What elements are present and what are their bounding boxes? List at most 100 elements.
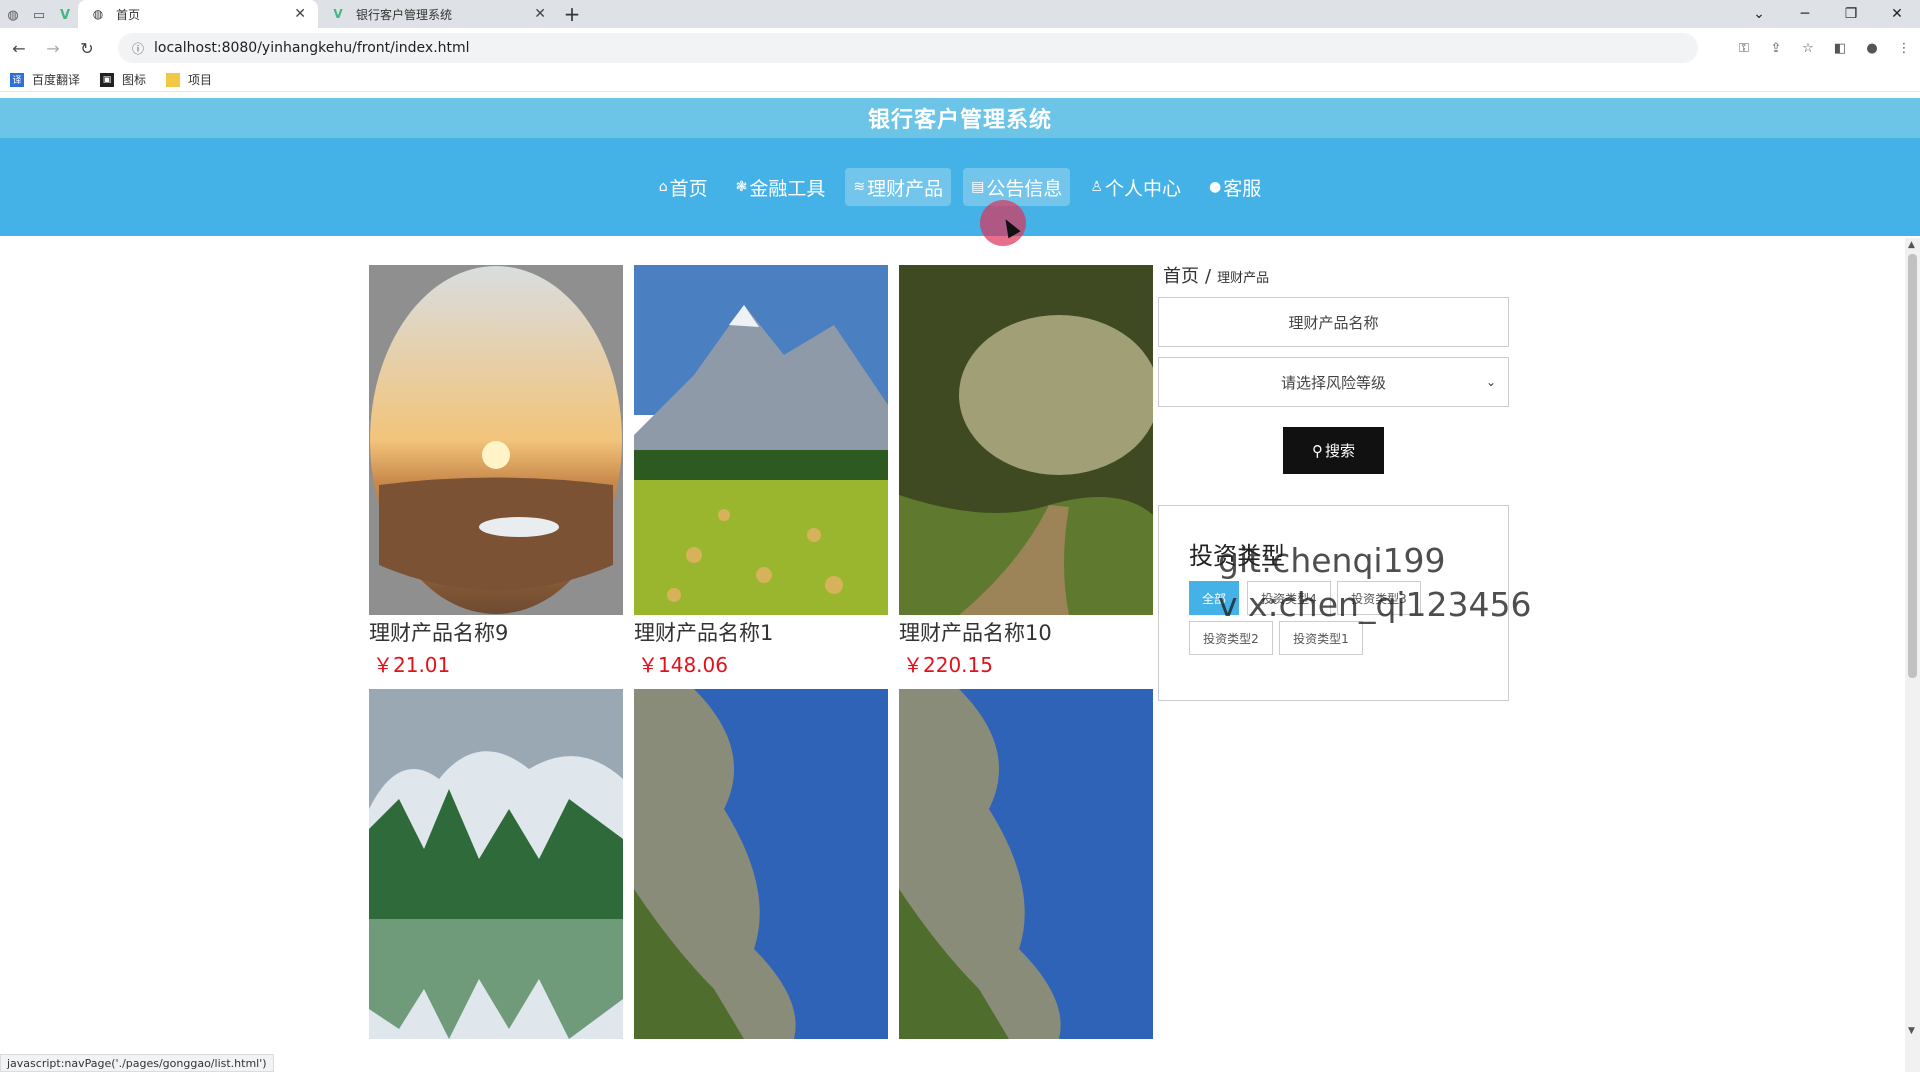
product-image-forest[interactable] — [899, 265, 1153, 615]
restore-button[interactable]: ❐ — [1828, 0, 1874, 28]
product-name[interactable]: 理财产品名称9 — [369, 617, 623, 647]
folder-icon — [166, 72, 181, 87]
page-scrollbar[interactable]: ▲ ▼ — [1905, 238, 1920, 1072]
product-image-coast[interactable] — [899, 689, 1153, 1039]
close-window-button[interactable]: ✕ — [1874, 0, 1920, 28]
browser-tabstrip: ◍ ▭ V ◍ 首页 ✕ V 银行客户管理系统 ✕ + ⌄ ─ ❐ ✕ — [0, 0, 1920, 28]
bookmark-icons[interactable]: ▣ 图标 — [100, 71, 146, 88]
product-name[interactable]: 理财产品名称1 — [634, 617, 888, 647]
product-price: ￥220.15 — [903, 653, 993, 677]
home-icon: ⌂ — [658, 179, 668, 195]
chevron-down-icon[interactable]: ⌄ — [1736, 0, 1782, 28]
menu-icon[interactable]: ⋮ — [1894, 38, 1914, 58]
product-card[interactable] — [899, 689, 1153, 1039]
product-card[interactable]: 理财产品名称1 ￥148.06 — [634, 265, 888, 678]
breadcrumb: 首页 / 理财产品 — [1163, 262, 1269, 288]
scrollbar-thumb[interactable] — [1908, 254, 1917, 678]
close-icon[interactable]: ✕ — [534, 6, 546, 22]
user-icon: ♙ — [1090, 179, 1103, 195]
product-card[interactable] — [634, 689, 888, 1039]
back-button[interactable]: ← — [4, 33, 34, 63]
vue-icon: V — [333, 7, 343, 21]
nav-label: 首页 — [669, 177, 708, 200]
tab-system[interactable]: V 银行客户管理系统 ✕ — [318, 0, 558, 28]
product-name-input[interactable]: 理财产品名称 — [1158, 297, 1509, 347]
share-icon[interactable]: ⇪ — [1766, 38, 1786, 58]
product-card[interactable] — [369, 689, 623, 1039]
tag-type-2[interactable]: 投资类型2 — [1189, 621, 1273, 655]
product-name[interactable]: 理财产品名称10 — [899, 617, 1153, 647]
window-controls: ⌄ ─ ❐ ✕ — [1736, 0, 1920, 28]
nav-label: 个人中心 — [1104, 177, 1181, 200]
close-icon[interactable]: ✕ — [294, 6, 306, 22]
nav-notices[interactable]: ▤ 公告信息 — [963, 168, 1071, 206]
image-icon: ▣ — [100, 72, 115, 87]
sidepanel-icon[interactable]: ◧ — [1830, 38, 1850, 58]
status-bar: javascript:navPage('./pages/gonggao/list… — [0, 1054, 274, 1072]
product-price: ￥148.06 — [638, 653, 728, 677]
url-field[interactable]: ⓘ localhost:8080/yinhangkehu/front/index… — [118, 33, 1698, 63]
nav-home[interactable]: ⌂ 首页 — [651, 168, 716, 206]
blank-tab-icon[interactable]: ▭ — [26, 2, 52, 28]
bookmark-label: 图标 — [122, 73, 147, 87]
nav-finance-tools[interactable]: ❃ 金融工具 — [728, 168, 834, 206]
bookmark-label: 百度翻译 — [32, 73, 81, 87]
product-card[interactable]: 理财产品名称10 ￥220.15 — [899, 265, 1153, 678]
nav-label: 客服 — [1223, 177, 1262, 200]
globe-icon[interactable]: ◍ — [0, 2, 26, 28]
product-card[interactable]: 理财产品名称9 ￥21.01 — [369, 265, 623, 678]
bookmark-project[interactable]: 项目 — [166, 71, 212, 88]
profile-icon[interactable]: ● — [1862, 38, 1882, 58]
product-image-coast[interactable] — [634, 689, 888, 1039]
tag-type-1[interactable]: 投资类型1 — [1279, 621, 1363, 655]
select-value: 请选择风险等级 — [1280, 373, 1386, 392]
nav-personal-center[interactable]: ♙ 个人中心 — [1082, 168, 1189, 206]
forward-button[interactable]: → — [38, 33, 68, 63]
layers-icon: ≋ — [853, 179, 866, 195]
product-price: ￥21.01 — [373, 653, 451, 677]
watermark-line: v x:chen_qi123456 — [1218, 585, 1532, 624]
info-icon[interactable]: ⓘ — [132, 40, 144, 57]
breadcrumb-separator: / — [1205, 266, 1212, 287]
breadcrumb-current: 理财产品 — [1217, 271, 1270, 286]
search-label: 搜索 — [1324, 442, 1355, 460]
new-tab-button[interactable]: + — [558, 0, 586, 28]
tab-title: 首页 — [116, 7, 141, 22]
address-bar: ← → ↻ ⓘ localhost:8080/yinhangkehu/front… — [0, 28, 1920, 68]
asterisk-icon: ❃ — [735, 179, 748, 195]
product-image-karst[interactable] — [369, 689, 623, 1039]
nav-label: 金融工具 — [749, 177, 826, 200]
news-icon: ▤ — [971, 179, 985, 195]
star-icon[interactable]: ☆ — [1798, 38, 1818, 58]
scroll-up-icon[interactable]: ▲ — [1908, 240, 1915, 250]
watermark-line: git:chenqi199 — [1218, 541, 1446, 580]
minimize-button[interactable]: ─ — [1782, 0, 1828, 28]
bookmark-label: 项目 — [188, 73, 213, 87]
url-text: localhost:8080/yinhangkehu/front/index.h… — [154, 40, 470, 56]
bookmark-baidu-translate[interactable]: 译 百度翻译 — [10, 71, 80, 88]
key-icon[interactable]: ⚿ — [1734, 38, 1754, 58]
vue-icon[interactable]: V — [52, 2, 78, 28]
breadcrumb-home[interactable]: 首页 — [1163, 262, 1199, 288]
nav-label: 公告信息 — [986, 177, 1063, 200]
search-icon: ⚲ — [1311, 441, 1323, 460]
nav-label: 理财产品 — [867, 177, 944, 200]
search-button[interactable]: ⚲ 搜索 — [1283, 427, 1384, 474]
risk-level-select[interactable]: 请选择风险等级 ⌄ — [1158, 357, 1509, 407]
bookmarks-bar: 译 百度翻译 ▣ 图标 项目 — [0, 68, 1920, 92]
toolbar-actions: ⚿ ⇪ ☆ ◧ ● ⋮ — [1734, 38, 1914, 58]
site-title: 银行客户管理系统 — [0, 98, 1920, 138]
nav-products[interactable]: ≋ 理财产品 — [845, 168, 952, 206]
tab-home[interactable]: ◍ 首页 ✕ — [78, 0, 318, 28]
reload-button[interactable]: ↻ — [72, 33, 102, 63]
product-image-desert[interactable] — [369, 265, 623, 615]
scroll-down-icon[interactable]: ▼ — [1908, 1026, 1915, 1036]
product-image-mountain[interactable] — [634, 265, 888, 615]
chat-icon: ● — [1209, 179, 1222, 195]
main-nav: ⌂ 首页 ❃ 金融工具 ≋ 理财产品 ▤ 公告信息 ♙ 个人中心 ● 客服 — [0, 138, 1920, 236]
nav-customer-service[interactable]: ● 客服 — [1201, 168, 1269, 206]
tab-title: 银行客户管理系统 — [356, 7, 453, 22]
globe-icon: ◍ — [92, 7, 104, 21]
chevron-down-icon: ⌄ — [1485, 375, 1496, 389]
translate-icon: 译 — [10, 72, 24, 87]
